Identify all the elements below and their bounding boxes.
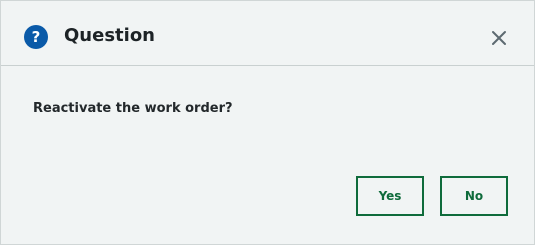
dialog-title: Question	[64, 25, 155, 46]
question-circle-icon: ?	[24, 25, 48, 49]
question-dialog: ? Question Reactivate the work order? Ye…	[0, 0, 535, 245]
question-icon-glyph: ?	[31, 28, 41, 46]
close-button[interactable]	[487, 26, 511, 50]
no-button[interactable]: No	[440, 176, 508, 216]
yes-button[interactable]: Yes	[356, 176, 424, 216]
close-icon	[492, 31, 506, 45]
dialog-header: ? Question	[1, 1, 534, 66]
dialog-message: Reactivate the work order?	[33, 101, 233, 116]
